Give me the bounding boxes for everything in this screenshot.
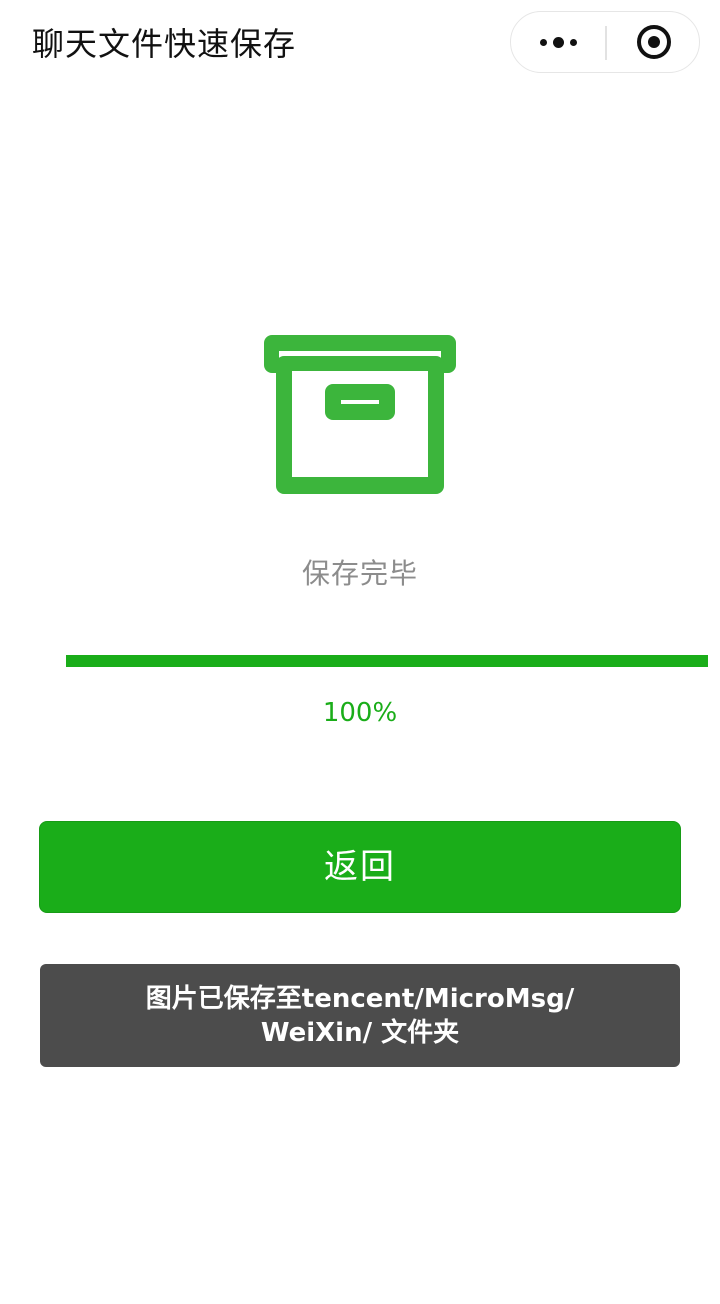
page: 聊天文件快速保存 保存完毕 100% 返回 图片已保存至tencent/Micr…: [0, 0, 720, 1304]
toast-line-2: WeiXin/ 文件夹: [260, 1017, 460, 1048]
toast-line-1: 图片已保存至tencent/MicroMsg/: [145, 983, 575, 1014]
progress-percent: 100%: [322, 698, 398, 728]
target-close-icon: [637, 25, 671, 59]
archive-box-icon: [264, 335, 456, 494]
progress-bar-fill: [66, 655, 708, 667]
more-button[interactable]: [511, 12, 605, 72]
save-status-text: 保存完毕: [301, 557, 418, 590]
more-dots-icon: [539, 36, 577, 48]
back-button[interactable]: 返回: [39, 821, 681, 913]
progress-bar: [66, 655, 708, 667]
toast-message: 图片已保存至tencent/MicroMsg/ WeiXin/ 文件夹: [40, 964, 680, 1067]
page-title: 聊天文件快速保存: [32, 25, 297, 63]
mini-program-capsule: [510, 11, 700, 73]
close-button[interactable]: [607, 12, 701, 72]
